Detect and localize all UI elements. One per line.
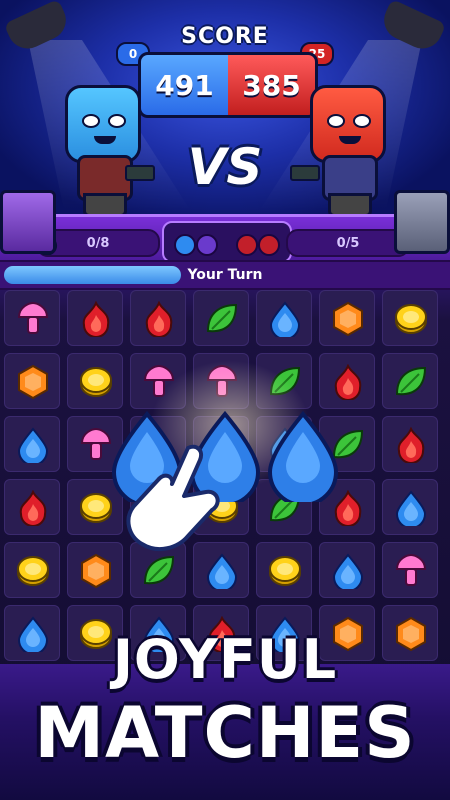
board-cell[interactable] [130, 290, 186, 346]
red-slot-1 [236, 234, 258, 256]
versus-label: VS [187, 138, 263, 196]
board-cell[interactable] [382, 353, 438, 409]
coin-gem-icon [80, 493, 112, 523]
board-cell[interactable] [382, 290, 438, 346]
coin-gem-icon [80, 367, 112, 397]
leaf-gem-icon [206, 303, 238, 333]
blue-slot-1 [174, 234, 196, 256]
board-cell[interactable] [319, 353, 375, 409]
board-cell[interactable] [4, 542, 60, 598]
matched-drop-icon [267, 410, 339, 502]
mushroom-gem-icon [17, 301, 49, 334]
mushroom-gem-icon [80, 427, 112, 460]
fire-gem-icon [19, 490, 47, 526]
board-cell[interactable] [67, 353, 123, 409]
board-cell[interactable] [256, 290, 312, 346]
board-cell[interactable] [319, 542, 375, 598]
board-cell[interactable] [382, 416, 438, 472]
board-cell[interactable] [382, 542, 438, 598]
turn-label: Your Turn [187, 267, 263, 283]
mushroom-gem-icon [395, 553, 427, 586]
turn-bar: Your Turn [0, 260, 450, 290]
board-cell[interactable] [4, 353, 60, 409]
red-slot-2 [258, 234, 280, 256]
coin-gem-icon [395, 304, 427, 334]
board-cell[interactable] [4, 290, 60, 346]
pointer-hand-icon [126, 444, 220, 552]
coin-gem-icon [17, 556, 49, 586]
fire-gem-icon [334, 364, 362, 400]
drop-gem-icon [269, 301, 301, 337]
right-powerup-card [394, 190, 450, 254]
board-cell[interactable] [4, 416, 60, 472]
score-panel: 491 385 [138, 52, 318, 118]
board-cell[interactable] [382, 479, 438, 535]
promo-headline-1: JOYFUL [112, 628, 338, 691]
fire-gem-icon [397, 427, 425, 463]
board-cell[interactable] [256, 542, 312, 598]
match-slots [162, 221, 292, 263]
fire-gem-icon [82, 301, 110, 337]
board-cell[interactable] [193, 290, 249, 346]
board-cell[interactable] [319, 290, 375, 346]
board-cell[interactable] [67, 542, 123, 598]
match-hud: 0/8 0/5 [0, 214, 450, 263]
board-cell[interactable] [67, 290, 123, 346]
hexagon-gem-icon [18, 364, 48, 400]
blue-slot-2 [196, 234, 218, 256]
fire-gem-icon [145, 301, 173, 337]
coin-gem-icon [269, 556, 301, 586]
score-title: SCORE [181, 24, 269, 49]
promo-headline-2: MATCHES [34, 692, 416, 774]
leaf-gem-icon [395, 366, 427, 396]
drop-gem-icon [17, 427, 49, 463]
hexagon-gem-icon [333, 301, 363, 337]
board-cell[interactable] [4, 479, 60, 535]
left-powerup-card[interactable] [0, 190, 56, 254]
drop-gem-icon [395, 490, 427, 526]
hexagon-gem-icon [81, 553, 111, 589]
drop-gem-icon [332, 553, 364, 589]
